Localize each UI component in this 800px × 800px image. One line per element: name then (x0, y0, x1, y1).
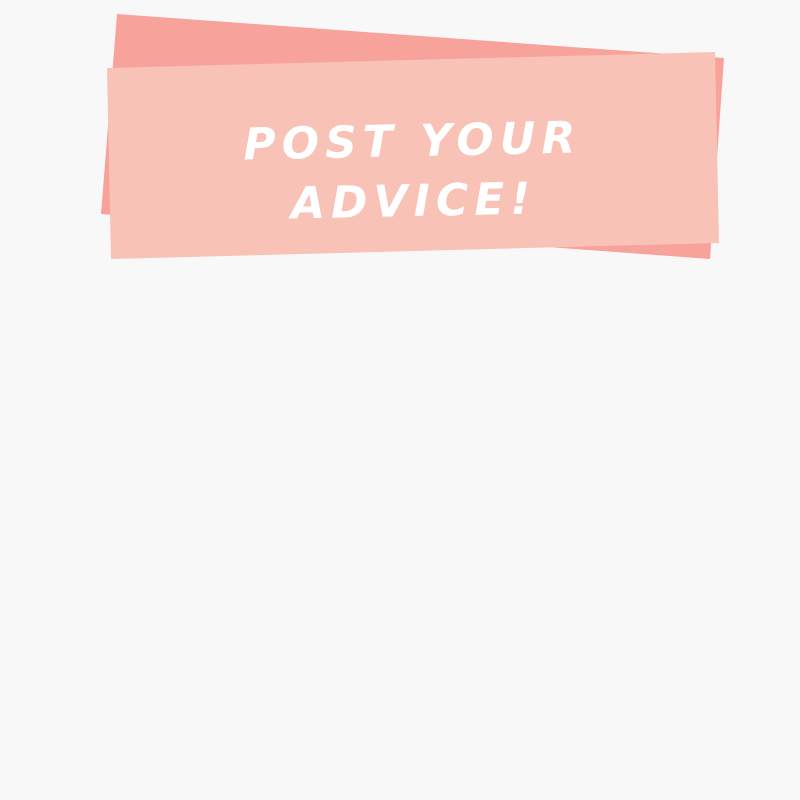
banner-heading: POST YOUR ADVICE! (109, 106, 717, 239)
canvas: POST YOUR ADVICE! (0, 0, 800, 800)
banner-line-2: ADVICE! (290, 173, 537, 230)
